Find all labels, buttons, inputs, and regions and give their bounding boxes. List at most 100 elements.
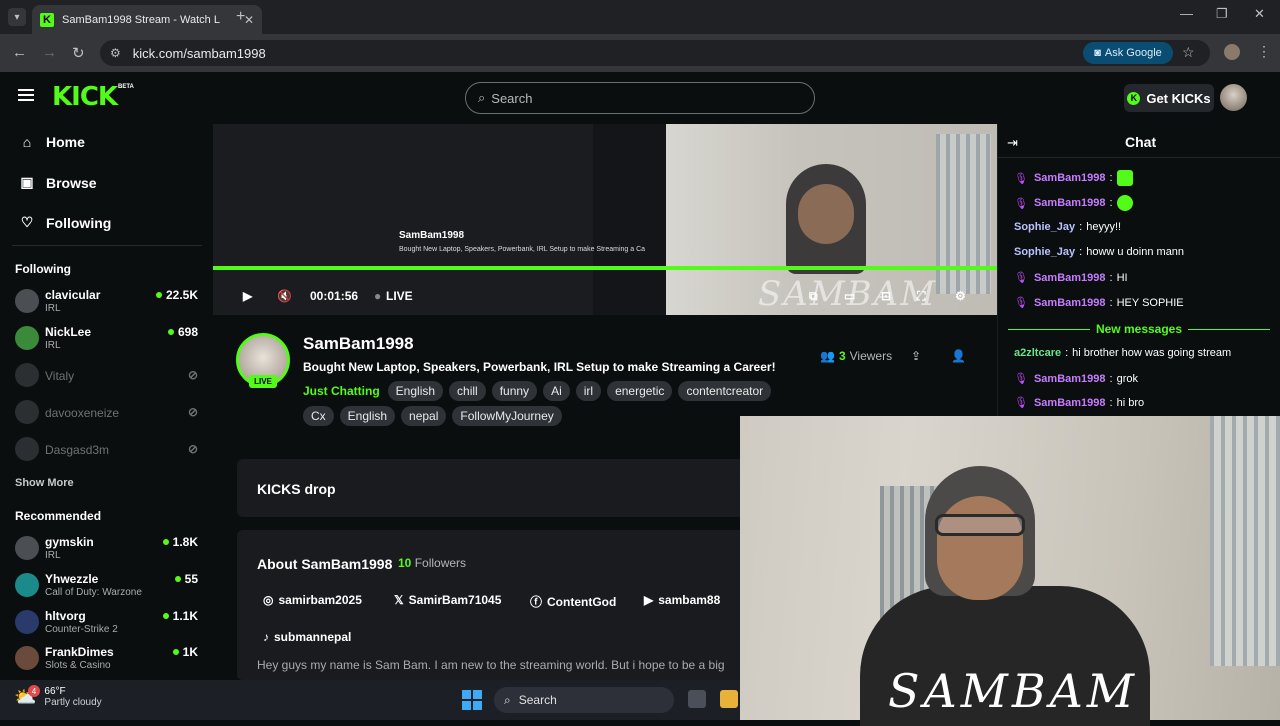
channel-category: IRL [45,340,61,351]
sidebar-channel-davooxeneize[interactable]: davooxeneize ⊘ [15,398,205,430]
site-info-icon[interactable]: ⚙ [110,46,121,60]
player-time: 00:01:56 [310,289,359,303]
video-player[interactable]: SamBam1998 Bought New Laptop, Speakers, … [213,124,997,315]
bookmark-star-icon[interactable]: ☆ [1182,44,1195,61]
chat-username[interactable]: SamBam1998 [1034,197,1106,209]
collapse-chat-icon[interactable]: ⇥ [1007,135,1018,151]
kick-logo[interactable]: KICK [52,82,118,112]
file-explorer-icon[interactable] [720,690,738,708]
sidebar-channel-dasgasd3m[interactable]: Dasgasd3m ⊘ [15,435,205,467]
webcam-watermark: SAMBAM [888,664,1138,718]
tag-pill[interactable]: Ai [543,381,570,401]
social-instagram[interactable]: ◎ samirbam2025 [263,593,362,607]
category-link[interactable]: Just Chatting [303,384,380,398]
social-tiktok[interactable]: ♪ submannepal [263,630,351,644]
nav-browse[interactable]: ▣ Browse [20,174,96,191]
fullscreen-icon[interactable]: ⛶ [917,289,925,304]
about-card: About SamBam1998 10 Followers ◎ samirbam2… [237,530,767,680]
sidebar-channel-gymskin[interactable]: gymskin IRL 1.8K [15,534,205,566]
close-tab-icon[interactable]: ✕ [244,13,254,27]
close-window-icon[interactable]: ✕ [1254,6,1265,22]
settings-gear-icon[interactable]: ⚙ [955,289,966,303]
task-view-icon[interactable] [688,690,706,708]
maximize-icon[interactable]: ❐ [1216,6,1228,22]
social-x[interactable]: 𝕏 SamirBam71045 [394,593,501,607]
forward-icon[interactable]: → [42,44,57,61]
weather-widget[interactable]: ⛅ 4 66°F Partly cloudy [14,685,102,708]
menu-icon[interactable] [18,89,34,101]
browser-tab[interactable]: K SamBam1998 Stream - Watch L ✕ [32,5,262,34]
sidebar-channel-yhwezzle[interactable]: Yhwezzle Call of Duty: Warzone 55 [15,571,205,603]
channel-category: Slots & Casino [45,660,111,671]
chat-username[interactable]: SamBam1998 [1034,397,1106,409]
sidebar-channel-nicklee[interactable]: NickLee IRL 698 [15,324,205,356]
clip-icon[interactable]: ⧉ [809,289,818,304]
chat-username[interactable]: Sophie_Jay [1014,221,1075,233]
sidebar-channel-clavicular[interactable]: clavicular IRL 22.5K [15,287,205,319]
chat-text: hi brother how was going stream [1072,347,1232,359]
kicks-drop-card[interactable]: KICKS drop [237,459,767,517]
taskbar-search[interactable]: ⌕ Search [494,687,674,713]
user-avatar[interactable] [1220,84,1247,111]
channel-name: FrankDimes [45,645,114,659]
windows-start-icon[interactable] [462,690,482,710]
url-bar[interactable]: ⚙ kick.com/sambam1998 [100,40,1210,66]
sidebar-channel-vitaly[interactable]: Vitaly ⊘ [15,361,205,393]
chat-username[interactable]: SamBam1998 [1034,272,1106,284]
tag-pill[interactable]: funny [491,381,538,401]
chat-message: 🎙 SamBam1998: HEY SOPHIE [1014,296,1184,310]
channel-avatar [15,646,39,670]
get-kicks-button[interactable]: K Get KICKs [1124,84,1214,112]
tag-pill[interactable]: nepal [401,406,447,426]
chat-username[interactable]: SamBam1998 [1034,297,1106,309]
captured-stream-title: SamBam1998 [399,230,465,241]
social-facebook[interactable]: ⓕ ContentGod [530,593,616,610]
viewer-count: 1.1K [172,609,198,623]
sidebar-channel-hltvorg[interactable]: hltvorg Counter-Strike 2 1.1K [15,608,205,640]
chat-username[interactable]: a2zltcare [1014,347,1061,359]
new-tab-icon[interactable]: + [236,8,245,26]
social-youtube[interactable]: ▶ sambam88 [644,593,720,607]
play-icon[interactable]: ▶ [243,289,252,303]
tag-pill[interactable]: energetic [607,381,673,401]
chat-username[interactable]: SamBam1998 [1034,172,1106,184]
profile-avatar[interactable] [1224,44,1240,60]
tag-pill[interactable]: English [339,406,396,426]
reload-icon[interactable]: ↻ [72,44,85,62]
player-progress-bar[interactable] [213,266,997,270]
follow-user-icon[interactable]: 👤 [951,349,966,363]
chat-title: Chat [1125,134,1157,150]
person-face [937,496,1023,600]
ask-google-button[interactable]: ◙ Ask Google [1083,42,1173,64]
broadcaster-badge-icon: 🎙 [1014,197,1028,210]
channel-name: Vitaly [45,369,75,383]
tag-pill[interactable]: irl [575,381,602,401]
nav-following[interactable]: ♡ Following [20,214,112,231]
chat-username[interactable]: Sophie_Jay [1014,246,1075,258]
tag-pill[interactable]: contentcreator [678,381,772,401]
followers-label: Followers [414,556,467,570]
channel-category: IRL [45,303,61,314]
streamer-name[interactable]: SamBam1998 [303,334,414,354]
new-messages-divider[interactable]: New messages [1008,322,1270,336]
tag-pill[interactable]: chill [449,381,486,401]
chat-username[interactable]: SamBam1998 [1034,373,1106,385]
picture-in-picture-icon[interactable]: ⊡ [881,289,891,303]
search-input[interactable]: ⌕ Search [465,82,815,114]
tag-pill[interactable]: English [387,381,444,401]
tag-pill[interactable]: FollowMyJourney [452,406,562,426]
theater-mode-icon[interactable]: ▭ [844,289,855,303]
live-dot-icon [155,292,162,298]
back-icon[interactable]: ← [12,44,27,61]
nav-home-label: Home [46,134,85,150]
nav-home[interactable]: ⌂ Home [20,134,85,150]
mute-icon[interactable]: 🔇 [277,289,292,303]
tag-pill[interactable]: Cx [303,406,334,426]
tag-row-2: Cx English nepal FollowMyJourney [303,406,562,426]
share-icon[interactable]: ⇪ [911,349,921,363]
browser-menu-icon[interactable]: ⋮ [1257,43,1271,60]
sidebar-channel-frankdimes[interactable]: FrankDimes Slots & Casino 1K [15,644,205,676]
show-more-link[interactable]: Show More [15,477,74,489]
minimize-icon[interactable]: — [1180,6,1193,21]
tab-search-dropdown-icon[interactable]: ▾ [8,8,26,26]
